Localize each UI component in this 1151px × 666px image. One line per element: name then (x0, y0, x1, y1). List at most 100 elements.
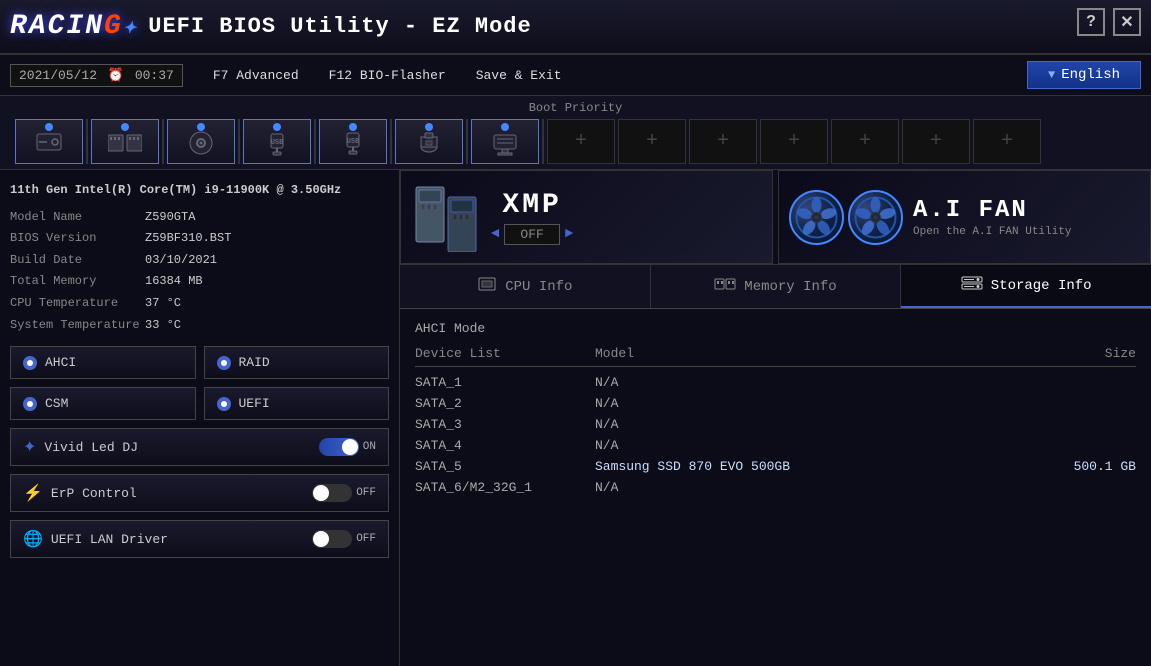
memory-label: Total Memory (10, 271, 140, 293)
uefi-lan-label: UEFI LAN Driver (51, 532, 168, 547)
boot-empty-7[interactable]: + (973, 119, 1041, 164)
right-panel: XMP ◄ OFF ► (400, 170, 1151, 666)
xmp-right-arrow[interactable]: ► (565, 226, 573, 242)
header-controls: ? ✕ (1077, 8, 1141, 36)
boot-separator (86, 119, 88, 164)
raid-button[interactable]: RAID (204, 346, 390, 379)
system-info: 11th Gen Intel(R) Core(TM) i9-11900K @ 3… (10, 180, 389, 336)
uefi-button[interactable]: UEFI (204, 387, 390, 420)
main-content: 11th Gen Intel(R) Core(TM) i9-11900K @ 3… (0, 170, 1151, 666)
col-size-header: Size (1036, 346, 1136, 361)
sata3-model: N/A (595, 417, 1036, 432)
cpu-temp-value: 37 °C (145, 293, 181, 315)
vivid-led-toggle[interactable]: ON (319, 438, 376, 456)
sata1-model: N/A (595, 375, 1036, 390)
ahci-button[interactable]: AHCI (10, 346, 196, 379)
boot-empty-5[interactable]: + (831, 119, 899, 164)
boot-active-indicator (501, 123, 509, 131)
sata6-device: SATA_6/M2_32G_1 (415, 480, 595, 495)
vivid-led-row: ✦ Vivid Led DJ ON (10, 428, 389, 466)
boot-empty-4[interactable]: + (760, 119, 828, 164)
close-button[interactable]: ✕ (1113, 8, 1141, 36)
memory-info-tab[interactable]: Memory Info (651, 265, 902, 308)
sata2-device: SATA_2 (415, 396, 595, 411)
f7-advanced-button[interactable]: F7 Advanced (213, 68, 299, 83)
memory-row: Total Memory 16384 MB (10, 271, 389, 293)
sys-temp-label: System Temperature (10, 315, 140, 337)
svg-text:USB: USB (347, 138, 360, 146)
bios-label: BIOS Version (10, 228, 140, 250)
boot-separator (466, 119, 468, 164)
memory-value: 16384 MB (145, 271, 203, 293)
ahci-radio (23, 356, 37, 370)
xmp-left-arrow[interactable]: ◄ (491, 226, 499, 242)
f12-flasher-button[interactable]: F12 BIO-Flasher (329, 68, 446, 83)
erp-button[interactable]: ⚡ ErP Control OFF (10, 474, 389, 512)
boot-separator (542, 119, 544, 164)
language-label: English (1061, 67, 1120, 83)
ai-fan-title: A.I FAN (913, 197, 1071, 224)
build-value: 03/10/2021 (145, 250, 217, 272)
boot-item-network[interactable] (471, 119, 539, 164)
usb2-icon: USB (339, 129, 367, 162)
logo-area: RACING✦ UEFI BIOS Utility - EZ Mode (0, 11, 542, 42)
boot-separator (162, 119, 164, 164)
sata3-size (1036, 417, 1136, 432)
uefi-lan-toggle[interactable]: OFF (312, 530, 376, 548)
boot-empty-1[interactable]: + (547, 119, 615, 164)
sata1-device: SATA_1 (415, 375, 595, 390)
boot-item-dvd[interactable] (167, 119, 235, 164)
storage-info-tab[interactable]: Storage Info (901, 265, 1151, 308)
usb1-icon: USB (263, 130, 291, 162)
boot-item-hdd[interactable] (15, 119, 83, 164)
boot-separator (314, 119, 316, 164)
boot-empty-3[interactable]: + (689, 119, 757, 164)
storage-row-sata5: SATA_5 Samsung SSD 870 EVO 500GB 500.1 G… (415, 456, 1136, 477)
left-panel: 11th Gen Intel(R) Core(TM) i9-11900K @ 3… (0, 170, 400, 666)
fan-panel[interactable]: A.I FAN Open the A.I FAN Utility (778, 170, 1151, 264)
sata4-model: N/A (595, 438, 1036, 453)
save-exit-button[interactable]: Save & Exit (476, 68, 562, 83)
uefi-lan-row: 🌐 UEFI LAN Driver OFF (10, 520, 389, 558)
ahci-label: AHCI (45, 355, 76, 370)
storage-row-sata3: SATA_3 N/A (415, 414, 1136, 435)
boot-empty-6[interactable]: + (902, 119, 970, 164)
sata6-size (1036, 480, 1136, 495)
language-selector[interactable]: ▼ English (1027, 61, 1141, 89)
erp-toggle[interactable]: OFF (312, 484, 376, 502)
xmp-controls[interactable]: ◄ OFF ► (491, 224, 573, 245)
sata1-size (1036, 375, 1136, 390)
uefi-radio (217, 397, 231, 411)
sata4-size (1036, 438, 1136, 453)
memory-tab-label: Memory Info (744, 279, 836, 295)
dropdown-arrow-icon: ▼ (1048, 68, 1055, 82)
fan-icons (789, 190, 903, 245)
logo: RACING✦ (10, 11, 138, 42)
sata5-model: Samsung SSD 870 EVO 500GB (595, 459, 1036, 474)
vivid-led-label: Vivid Led DJ (44, 440, 138, 455)
feature-panels: XMP ◄ OFF ► (400, 170, 1151, 265)
boot-item-usb1[interactable]: USB (243, 119, 311, 164)
boot-item-usb2[interactable]: USB (319, 119, 387, 164)
clock-icon: ⏰ (108, 68, 124, 83)
uefi-lan-state: OFF (356, 533, 376, 545)
sata4-device: SATA_4 (415, 438, 595, 453)
csm-label: CSM (45, 396, 68, 411)
time-display: 00:37 (135, 68, 174, 83)
sata5-device: SATA_5 (415, 459, 595, 474)
ai-fan-subtitle: Open the A.I FAN Utility (913, 226, 1071, 238)
boot-item-ram[interactable] (91, 119, 159, 164)
boot-item-usb3[interactable] (395, 119, 463, 164)
help-button[interactable]: ? (1077, 8, 1105, 36)
uefi-lan-button[interactable]: 🌐 UEFI LAN Driver OFF (10, 520, 389, 558)
boot-active-indicator (349, 123, 357, 131)
xmp-panel[interactable]: XMP ◄ OFF ► (400, 170, 773, 264)
csm-button[interactable]: CSM (10, 387, 196, 420)
vivid-led-button[interactable]: ✦ Vivid Led DJ ON (10, 428, 389, 466)
boot-priority-row: USB USB + + + (10, 119, 1141, 164)
cpu-info-tab[interactable]: CPU Info (400, 265, 651, 308)
bios-row: BIOS Version Z59BF310.BST (10, 228, 389, 250)
boot-empty-2[interactable]: + (618, 119, 686, 164)
cpu-temp-label: CPU Temperature (10, 293, 140, 315)
cpu-tab-label: CPU Info (505, 279, 572, 295)
